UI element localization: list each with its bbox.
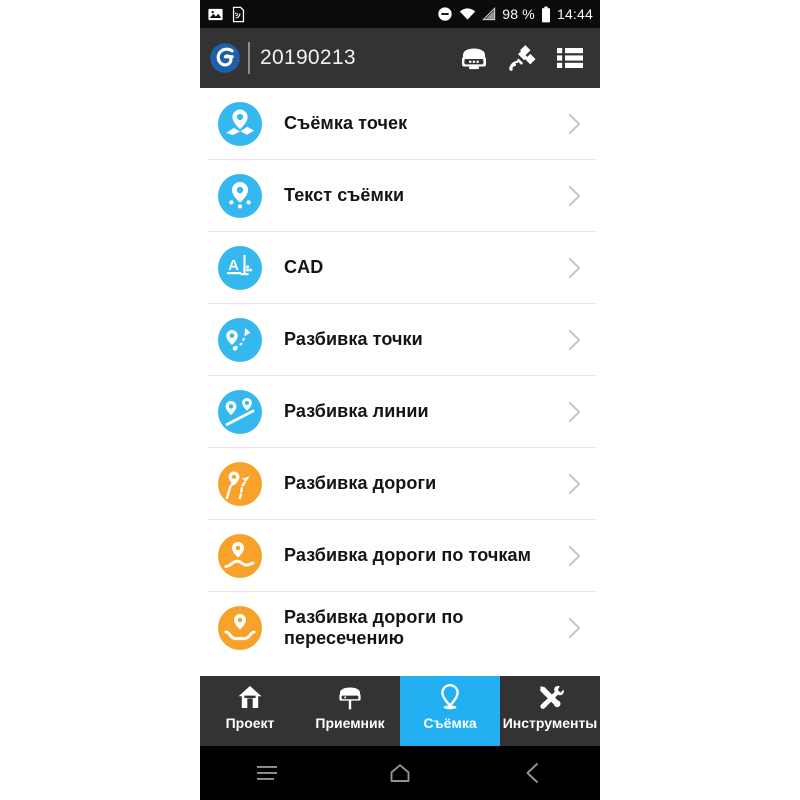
status-bar-right: 98 % 14:44 — [437, 6, 593, 23]
list-item-label: Разбивка точки — [284, 329, 423, 350]
list-item[interactable]: Разбивка дороги — [200, 448, 600, 520]
nfc-tag-icon — [232, 6, 245, 22]
list-item-label: Разбивка дороги по точкам — [284, 545, 532, 566]
phone-screen: 98 % 14:44 20190213 Съёмка точек Текст с… — [200, 0, 600, 800]
recents-icon — [256, 766, 277, 780]
do-not-disturb-icon — [438, 7, 452, 21]
stakeout-road-icon — [218, 462, 262, 506]
pin-dots-icon — [218, 174, 262, 218]
pin-icon — [441, 683, 459, 710]
receiver-icon — [339, 687, 361, 710]
chevron-right-icon — [568, 257, 581, 279]
chevron-right-icon — [568, 113, 581, 135]
recents-button[interactable] — [200, 746, 333, 800]
list-item-label: CAD — [284, 257, 324, 278]
list-menu-icon[interactable] — [554, 42, 586, 74]
page-title: 20190213 — [260, 46, 356, 69]
app-logo-g — [210, 43, 240, 73]
image-icon — [208, 8, 223, 20]
tab-project[interactable]: Проект — [200, 676, 300, 746]
list-item[interactable]: Разбивка дороги по точкам — [200, 520, 600, 592]
wifi-icon — [460, 8, 476, 20]
gnss-receiver-icon[interactable] — [458, 42, 490, 74]
chevron-right-icon — [568, 329, 581, 351]
list-item[interactable]: Разбивка дороги по пересечению — [200, 592, 600, 664]
screenshot-root: 98 % 14:44 20190213 Съёмка точек Текст с… — [0, 0, 800, 800]
tab-survey[interactable]: Съёмка — [400, 676, 500, 746]
stakeout-point-icon — [218, 318, 262, 362]
back-button[interactable] — [467, 746, 600, 800]
app-bar-actions — [458, 42, 590, 74]
tab-label: Инструменты — [502, 715, 598, 731]
app-bar: 20190213 — [200, 28, 600, 88]
list-item-label: Разбивка дороги — [284, 473, 437, 494]
tab-label: Проект — [225, 715, 275, 731]
home-icon — [238, 686, 262, 708]
tab-receiver[interactable]: Приемник — [300, 676, 400, 746]
stakeout-road-points-icon — [218, 534, 262, 578]
tab-label: Приемник — [315, 715, 385, 731]
stakeout-line-icon — [218, 390, 262, 434]
list-item-label: Текст съёмки — [284, 185, 405, 206]
appbar-divider — [248, 42, 250, 74]
list-item-label: Съёмка точек — [284, 113, 408, 134]
tab-label: Съёмка — [423, 715, 477, 731]
back-chevron-icon — [526, 763, 539, 783]
list-item[interactable]: Текст съёмки — [200, 160, 600, 232]
tab-tools[interactable]: Инструменты — [500, 676, 600, 746]
status-bar-left — [207, 6, 246, 23]
tools-icon — [540, 685, 564, 709]
chevron-right-icon — [568, 617, 581, 639]
chevron-right-icon — [568, 401, 581, 423]
home-outline-icon — [390, 764, 410, 782]
list-item[interactable]: A CAD — [200, 232, 600, 304]
status-bar: 98 % 14:44 — [200, 0, 600, 28]
survey-menu-list[interactable]: Съёмка точек Текст съёмки A CAD Разбивка… — [200, 88, 600, 708]
chevron-right-icon — [568, 185, 581, 207]
map-pin-survey-icon — [218, 102, 262, 146]
cad-icon: A — [218, 246, 262, 290]
list-item[interactable]: Съёмка точек — [200, 88, 600, 160]
status-bar-clock: 14:44 — [556, 6, 593, 22]
battery-full-icon — [541, 6, 550, 22]
list-item[interactable]: Разбивка точки — [200, 304, 600, 376]
cell-signal-icon — [482, 7, 496, 21]
satellite-icon[interactable] — [506, 42, 538, 74]
svg-text:A: A — [228, 257, 239, 274]
bottom-tab-bar: Проект Приемник Съёмка Инструменты — [200, 676, 600, 746]
list-item-label: Разбивка дороги по пересечению — [284, 606, 464, 648]
home-button[interactable] — [333, 746, 466, 800]
chevron-right-icon — [568, 473, 581, 495]
list-item-label: Разбивка линии — [284, 401, 429, 422]
android-nav-bar — [200, 746, 600, 800]
list-item[interactable]: Разбивка линии — [200, 376, 600, 448]
battery-percent: 98 % — [502, 6, 535, 22]
chevron-right-icon — [568, 545, 581, 567]
stakeout-road-cross-icon — [218, 606, 262, 650]
